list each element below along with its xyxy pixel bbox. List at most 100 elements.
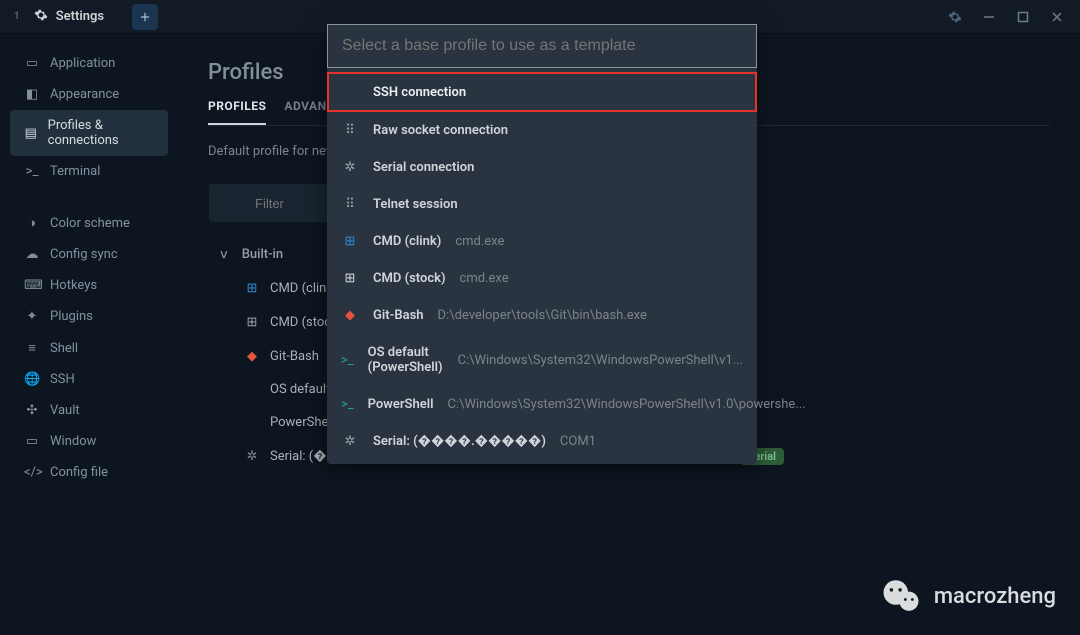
profile-name: PowerShell	[270, 415, 335, 430]
sidebar-item-label: Config sync	[50, 247, 118, 262]
sidebar-item-label: Shell	[50, 341, 78, 356]
nodes-icon: ⠿	[341, 197, 359, 212]
minimize-button[interactable]	[982, 10, 996, 24]
base-profile-popup: SSH connection ⠿ Raw socket connection ✲…	[327, 24, 757, 464]
windows-copy-icon[interactable]	[176, 8, 190, 26]
popup-item-label: PowerShell	[368, 397, 434, 412]
gear-icon: ✲	[244, 449, 260, 465]
sidebar-item-label: SSH	[50, 372, 75, 387]
popup-item-cmd-clink[interactable]: ⊞ CMD (clink) cmd.exe	[327, 223, 757, 260]
popup-item-sub: C:\Windows\System32\WindowsPowerShell\v1…	[458, 353, 743, 368]
git-icon: ◆	[341, 308, 359, 323]
gear-icon: ✲	[341, 434, 359, 449]
sidebar-item-config-sync[interactable]: ☁ Config sync	[0, 239, 178, 270]
windows-icon: ⊞	[244, 314, 260, 330]
terminal-icon: >_	[341, 353, 354, 368]
builtin-label: Built-in	[242, 247, 283, 262]
popup-item-git-bash[interactable]: ◆ Git-Bash D:\developer\tools\Git\bin\ba…	[327, 297, 757, 334]
sidebar-item-label: Appearance	[50, 87, 119, 102]
popup-item-sub: D:\developer\tools\Git\bin\bash.exe	[438, 308, 647, 323]
watermark-text: macrozheng	[934, 584, 1056, 609]
new-tab-button[interactable]	[132, 4, 158, 30]
puzzle-icon: ✦	[24, 309, 40, 324]
chevron-down-icon: ⅴ	[220, 247, 228, 262]
code-icon: </>	[24, 465, 40, 480]
sidebar-item-label: Color scheme	[50, 216, 130, 231]
sidebar-item-color-scheme[interactable]: ◑ Color scheme	[0, 207, 178, 239]
sidebar-item-hotkeys[interactable]: ⌨ Hotkeys	[0, 270, 178, 301]
settings-gear-icon[interactable]	[948, 10, 962, 24]
windows-icon: ⊞	[341, 234, 359, 249]
git-icon: ◆	[244, 348, 260, 364]
sidebar-item-application[interactable]: ▭ Application	[0, 48, 178, 79]
sidebar-item-label: Application	[50, 56, 115, 71]
sidebar-item-ssh[interactable]: 🌐 SSH	[0, 364, 178, 395]
settings-tab[interactable]: 1 Settings	[0, 0, 118, 33]
wechat-icon	[880, 575, 922, 617]
tab-actions	[118, 0, 204, 33]
popup-item-cmd-stock[interactable]: ⊞ CMD (stock) cmd.exe	[327, 260, 757, 297]
gear-icon	[34, 8, 48, 26]
popup-item-sub: cmd.exe	[460, 271, 509, 286]
sidebar-item-profiles[interactable]: ▤ Profiles & connections	[10, 110, 168, 156]
palette-icon: ◧	[24, 87, 40, 102]
tab-label: Settings	[56, 9, 104, 24]
popup-item-label: SSH connection	[373, 85, 466, 100]
popup-item-powershell[interactable]: >_ PowerShell C:\Windows\System32\Window…	[327, 386, 757, 423]
popup-search-box[interactable]	[327, 24, 757, 68]
popup-item-raw-socket[interactable]: ⠿ Raw socket connection	[327, 112, 757, 149]
monitor-icon	[341, 83, 359, 101]
sidebar-item-label: Hotkeys	[50, 278, 97, 293]
popup-item-label: CMD (clink)	[373, 234, 441, 249]
tab-profiles[interactable]: PROFILES	[208, 99, 266, 125]
popup-item-serial-connection[interactable]: ✲ Serial connection	[327, 149, 757, 186]
terminal-icon: >_	[24, 164, 40, 179]
maximize-button[interactable]	[1016, 10, 1030, 24]
sidebar-item-label: Plugins	[50, 309, 93, 324]
sidebar-item-label: Profiles & connections	[48, 118, 158, 148]
popup-item-sub: cmd.exe	[455, 234, 504, 249]
windows-icon: ⊞	[341, 271, 359, 286]
sidebar-item-appearance[interactable]: ◧ Appearance	[0, 79, 178, 110]
sidebar-item-shell[interactable]: ≡ Shell	[0, 332, 178, 364]
cloud-icon: ☁	[24, 247, 40, 262]
watermark: macrozheng	[880, 575, 1056, 617]
sidebar-item-label: Terminal	[50, 164, 100, 179]
sidebar-item-window[interactable]: ▭ Window	[0, 426, 178, 457]
sidebar-item-vault[interactable]: ✣ Vault	[0, 395, 178, 426]
profile-name: Git-Bash	[270, 349, 319, 364]
color-icon: ◑	[24, 215, 40, 231]
sidebar-item-terminal[interactable]: >_ Terminal	[0, 156, 178, 187]
popup-item-os-default-ps[interactable]: >_ OS default (PowerShell) C:\Windows\Sy…	[327, 334, 757, 386]
globe-icon: 🌐	[24, 372, 40, 387]
popup-item-label: CMD (stock)	[373, 271, 446, 286]
tab-index: 1	[14, 11, 20, 22]
keyboard-icon: ⌨	[24, 278, 40, 293]
popup-item-sub: C:\Windows\System32\WindowsPowerShell\v1…	[448, 397, 806, 412]
popup-item-telnet[interactable]: ⠿ Telnet session	[327, 186, 757, 223]
popup-item-sub: COM1	[560, 434, 596, 449]
popup-item-label: Serial connection	[373, 160, 474, 175]
key-icon: ✣	[24, 403, 40, 418]
sidebar-item-plugins[interactable]: ✦ Plugins	[0, 301, 178, 332]
window-controls	[948, 10, 1080, 24]
popup-item-label: Serial: (����.�����)	[373, 434, 546, 449]
settings-sidebar: ▭ Application ◧ Appearance ▤ Profiles & …	[0, 34, 178, 635]
popup-item-label: Git-Bash	[373, 308, 424, 323]
popup-item-ssh[interactable]: SSH connection	[327, 72, 757, 112]
terminal-icon: >_	[341, 397, 354, 412]
popup-item-serial[interactable]: ✲ Serial: (����.�����) COM1	[327, 423, 757, 460]
popup-item-label: OS default (PowerShell)	[368, 345, 444, 375]
popup-search-input[interactable]	[342, 37, 742, 55]
sidebar-item-label: Vault	[50, 403, 80, 418]
sidebar-item-label: Window	[50, 434, 96, 449]
search-icon	[225, 194, 239, 212]
sidebar-item-config-file[interactable]: </> Config file	[0, 457, 178, 488]
shell-icon: ≡	[24, 340, 40, 356]
close-button[interactable]	[1050, 10, 1064, 24]
sidebar-item-label: Config file	[50, 465, 108, 480]
gear-icon: ✲	[341, 160, 359, 175]
windows-icon: ⊞	[244, 280, 260, 296]
nodes-icon: ⠿	[341, 123, 359, 138]
profiles-icon: ▤	[24, 126, 38, 141]
